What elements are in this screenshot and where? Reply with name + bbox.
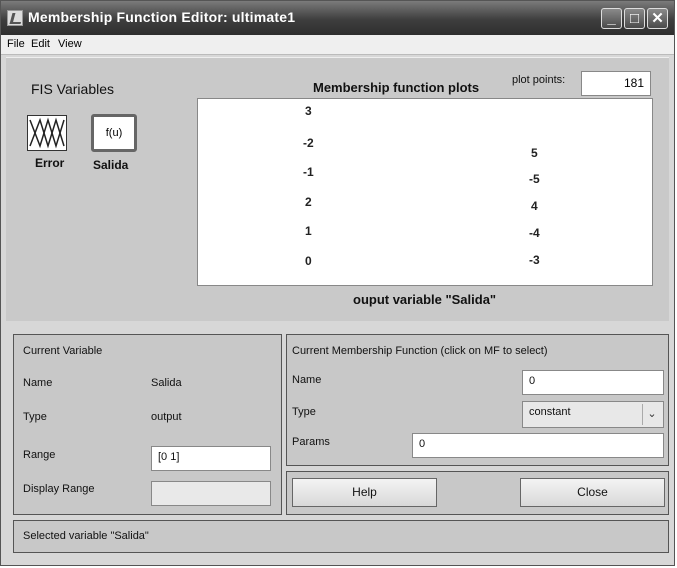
mf-label[interactable]: -4 [529, 226, 540, 240]
mf-label[interactable]: 5 [531, 146, 538, 160]
minimize-icon[interactable]: _ [601, 8, 622, 29]
close-icon[interactable]: ✕ [647, 8, 668, 29]
plot-points-label: plot points: [512, 74, 566, 86]
menu-file[interactable]: File [7, 38, 25, 50]
output-variable-label: Salida [93, 158, 129, 172]
params-input[interactable]: 0 [412, 433, 664, 458]
name-label: Name [23, 377, 53, 389]
help-button[interactable]: Help [292, 478, 437, 507]
mf-label[interactable]: 4 [531, 199, 538, 213]
current-variable-panel: Current Variable Name Salida Type output… [13, 334, 282, 515]
mf-label[interactable]: -2 [303, 136, 314, 150]
matlab-icon [7, 10, 23, 26]
params-label: Params [292, 436, 330, 448]
mf-type-label: Type [292, 406, 316, 418]
mf-label[interactable]: -1 [303, 165, 314, 179]
plot-title: Membership function plots [313, 80, 480, 95]
buttons-panel: Help Close [286, 471, 669, 515]
mf-type-value: constant [529, 406, 571, 418]
status-text: Selected variable "Salida" [23, 530, 149, 542]
fis-variables-heading: FIS Variables [31, 81, 114, 97]
display-range-input[interactable] [151, 481, 271, 506]
mf-label[interactable]: 2 [305, 195, 312, 209]
range-label: Range [23, 449, 56, 461]
mf-name-input[interactable]: 0 [522, 370, 664, 395]
mf-label[interactable]: 0 [305, 254, 312, 268]
window-title: Membership Function Editor: ultimate1 [28, 9, 296, 25]
plot-xlabel: ouput variable "Salida" [353, 292, 497, 307]
mf-type-select[interactable]: constant ⌄ [522, 401, 664, 428]
chevron-down-icon[interactable]: ⌄ [642, 404, 661, 425]
mf-plot-area[interactable] [197, 98, 653, 286]
close-button[interactable]: Close [520, 478, 665, 507]
menu-view[interactable]: View [58, 38, 82, 50]
variable-type-value: output [151, 411, 182, 423]
mf-name-label: Name [292, 374, 322, 386]
variable-name-value: Salida [151, 377, 182, 389]
membership-curves-icon [29, 117, 65, 149]
input-variable-label: Error [35, 156, 65, 170]
mf-label[interactable]: -3 [529, 253, 540, 267]
input-variable-box[interactable] [27, 115, 67, 151]
plot-points-input[interactable]: 181 [581, 71, 651, 96]
current-mf-heading: Current Membership Function (click on MF… [292, 345, 548, 357]
menu-bar: File Edit View [1, 35, 674, 55]
range-input[interactable]: [0 1] [151, 446, 271, 471]
mf-label[interactable]: 1 [305, 224, 312, 238]
menu-edit[interactable]: Edit [31, 38, 50, 50]
output-variable-box[interactable]: f(u) [91, 114, 137, 152]
display-range-label: Display Range [23, 483, 95, 495]
type-label: Type [23, 411, 47, 423]
current-variable-heading: Current Variable [23, 345, 103, 357]
current-mf-panel: Current Membership Function (click on MF… [286, 334, 669, 466]
mf-label[interactable]: 3 [305, 104, 312, 118]
title-bar: Membership Function Editor: ultimate1 _ … [1, 1, 674, 35]
maximize-icon[interactable]: □ [624, 8, 645, 29]
status-bar: Selected variable "Salida" [13, 520, 669, 553]
mf-editor-window: Membership Function Editor: ultimate1 _ … [0, 0, 675, 566]
mf-label[interactable]: -5 [529, 172, 540, 186]
